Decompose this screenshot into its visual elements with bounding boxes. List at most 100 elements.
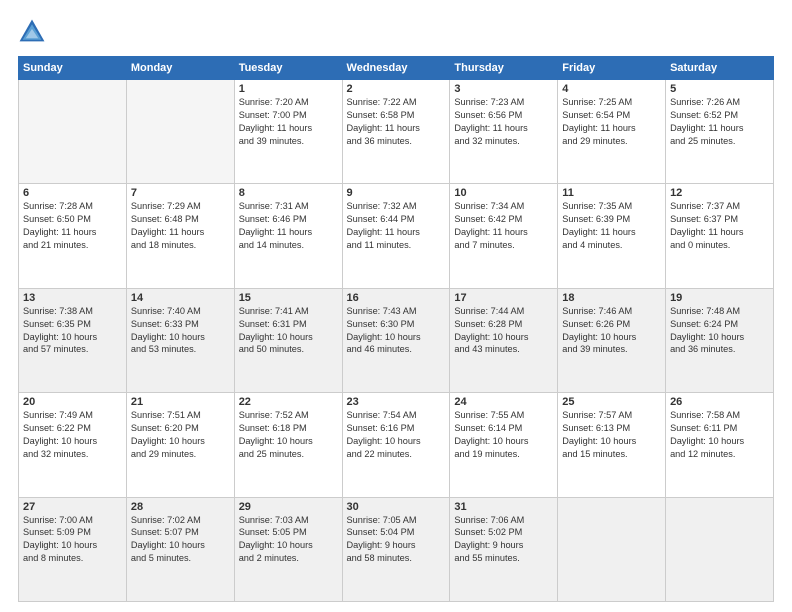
calendar-day: 16Sunrise: 7:43 AM Sunset: 6:30 PM Dayli… bbox=[342, 288, 450, 392]
calendar-day bbox=[666, 497, 774, 601]
day-number: 3 bbox=[454, 83, 553, 95]
calendar-day: 20Sunrise: 7:49 AM Sunset: 6:22 PM Dayli… bbox=[19, 393, 127, 497]
day-info: Sunrise: 7:57 AM Sunset: 6:13 PM Dayligh… bbox=[562, 409, 661, 461]
calendar-day: 28Sunrise: 7:02 AM Sunset: 5:07 PM Dayli… bbox=[126, 497, 234, 601]
calendar-day: 9Sunrise: 7:32 AM Sunset: 6:44 PM Daylig… bbox=[342, 184, 450, 288]
day-number: 31 bbox=[454, 501, 553, 513]
day-info: Sunrise: 7:49 AM Sunset: 6:22 PM Dayligh… bbox=[23, 409, 122, 461]
weekday-header-row: SundayMondayTuesdayWednesdayThursdayFrid… bbox=[19, 57, 774, 80]
day-number: 21 bbox=[131, 396, 230, 408]
calendar-day: 17Sunrise: 7:44 AM Sunset: 6:28 PM Dayli… bbox=[450, 288, 558, 392]
day-number: 22 bbox=[239, 396, 338, 408]
day-info: Sunrise: 7:58 AM Sunset: 6:11 PM Dayligh… bbox=[670, 409, 769, 461]
calendar-day: 18Sunrise: 7:46 AM Sunset: 6:26 PM Dayli… bbox=[558, 288, 666, 392]
day-info: Sunrise: 7:43 AM Sunset: 6:30 PM Dayligh… bbox=[347, 305, 446, 357]
weekday-header: Friday bbox=[558, 57, 666, 80]
calendar-day: 5Sunrise: 7:26 AM Sunset: 6:52 PM Daylig… bbox=[666, 80, 774, 184]
day-number: 26 bbox=[670, 396, 769, 408]
calendar-day: 21Sunrise: 7:51 AM Sunset: 6:20 PM Dayli… bbox=[126, 393, 234, 497]
week-row: 27Sunrise: 7:00 AM Sunset: 5:09 PM Dayli… bbox=[19, 497, 774, 601]
day-info: Sunrise: 7:23 AM Sunset: 6:56 PM Dayligh… bbox=[454, 96, 553, 148]
day-info: Sunrise: 7:46 AM Sunset: 6:26 PM Dayligh… bbox=[562, 305, 661, 357]
day-number: 30 bbox=[347, 501, 446, 513]
calendar-day bbox=[558, 497, 666, 601]
day-info: Sunrise: 7:44 AM Sunset: 6:28 PM Dayligh… bbox=[454, 305, 553, 357]
day-info: Sunrise: 7:35 AM Sunset: 6:39 PM Dayligh… bbox=[562, 200, 661, 252]
header bbox=[18, 18, 774, 46]
day-number: 20 bbox=[23, 396, 122, 408]
day-number: 28 bbox=[131, 501, 230, 513]
day-number: 8 bbox=[239, 187, 338, 199]
day-number: 24 bbox=[454, 396, 553, 408]
day-info: Sunrise: 7:37 AM Sunset: 6:37 PM Dayligh… bbox=[670, 200, 769, 252]
day-number: 7 bbox=[131, 187, 230, 199]
calendar-day: 26Sunrise: 7:58 AM Sunset: 6:11 PM Dayli… bbox=[666, 393, 774, 497]
logo bbox=[18, 18, 50, 46]
day-info: Sunrise: 7:41 AM Sunset: 6:31 PM Dayligh… bbox=[239, 305, 338, 357]
day-number: 12 bbox=[670, 187, 769, 199]
day-number: 6 bbox=[23, 187, 122, 199]
day-number: 15 bbox=[239, 292, 338, 304]
day-info: Sunrise: 7:26 AM Sunset: 6:52 PM Dayligh… bbox=[670, 96, 769, 148]
day-number: 17 bbox=[454, 292, 553, 304]
day-number: 11 bbox=[562, 187, 661, 199]
calendar-day bbox=[19, 80, 127, 184]
day-info: Sunrise: 7:22 AM Sunset: 6:58 PM Dayligh… bbox=[347, 96, 446, 148]
calendar-day bbox=[126, 80, 234, 184]
calendar-day: 14Sunrise: 7:40 AM Sunset: 6:33 PM Dayli… bbox=[126, 288, 234, 392]
day-info: Sunrise: 7:03 AM Sunset: 5:05 PM Dayligh… bbox=[239, 514, 338, 566]
logo-icon bbox=[18, 18, 46, 46]
calendar-day: 1Sunrise: 7:20 AM Sunset: 7:00 PM Daylig… bbox=[234, 80, 342, 184]
weekday-header: Sunday bbox=[19, 57, 127, 80]
calendar-day: 15Sunrise: 7:41 AM Sunset: 6:31 PM Dayli… bbox=[234, 288, 342, 392]
calendar-day: 3Sunrise: 7:23 AM Sunset: 6:56 PM Daylig… bbox=[450, 80, 558, 184]
day-number: 5 bbox=[670, 83, 769, 95]
day-number: 10 bbox=[454, 187, 553, 199]
calendar-day: 11Sunrise: 7:35 AM Sunset: 6:39 PM Dayli… bbox=[558, 184, 666, 288]
day-number: 9 bbox=[347, 187, 446, 199]
calendar-day: 24Sunrise: 7:55 AM Sunset: 6:14 PM Dayli… bbox=[450, 393, 558, 497]
day-number: 13 bbox=[23, 292, 122, 304]
day-info: Sunrise: 7:51 AM Sunset: 6:20 PM Dayligh… bbox=[131, 409, 230, 461]
day-info: Sunrise: 7:28 AM Sunset: 6:50 PM Dayligh… bbox=[23, 200, 122, 252]
calendar-day: 25Sunrise: 7:57 AM Sunset: 6:13 PM Dayli… bbox=[558, 393, 666, 497]
calendar-day: 12Sunrise: 7:37 AM Sunset: 6:37 PM Dayli… bbox=[666, 184, 774, 288]
day-info: Sunrise: 7:29 AM Sunset: 6:48 PM Dayligh… bbox=[131, 200, 230, 252]
day-info: Sunrise: 7:25 AM Sunset: 6:54 PM Dayligh… bbox=[562, 96, 661, 148]
weekday-header: Thursday bbox=[450, 57, 558, 80]
week-row: 1Sunrise: 7:20 AM Sunset: 7:00 PM Daylig… bbox=[19, 80, 774, 184]
calendar-table: SundayMondayTuesdayWednesdayThursdayFrid… bbox=[18, 56, 774, 602]
week-row: 20Sunrise: 7:49 AM Sunset: 6:22 PM Dayli… bbox=[19, 393, 774, 497]
day-info: Sunrise: 7:20 AM Sunset: 7:00 PM Dayligh… bbox=[239, 96, 338, 148]
calendar-day: 13Sunrise: 7:38 AM Sunset: 6:35 PM Dayli… bbox=[19, 288, 127, 392]
calendar-day: 19Sunrise: 7:48 AM Sunset: 6:24 PM Dayli… bbox=[666, 288, 774, 392]
weekday-header: Wednesday bbox=[342, 57, 450, 80]
day-number: 2 bbox=[347, 83, 446, 95]
day-info: Sunrise: 7:05 AM Sunset: 5:04 PM Dayligh… bbox=[347, 514, 446, 566]
day-number: 25 bbox=[562, 396, 661, 408]
day-number: 23 bbox=[347, 396, 446, 408]
day-number: 14 bbox=[131, 292, 230, 304]
day-info: Sunrise: 7:34 AM Sunset: 6:42 PM Dayligh… bbox=[454, 200, 553, 252]
day-info: Sunrise: 7:02 AM Sunset: 5:07 PM Dayligh… bbox=[131, 514, 230, 566]
week-row: 13Sunrise: 7:38 AM Sunset: 6:35 PM Dayli… bbox=[19, 288, 774, 392]
calendar-day: 22Sunrise: 7:52 AM Sunset: 6:18 PM Dayli… bbox=[234, 393, 342, 497]
day-number: 4 bbox=[562, 83, 661, 95]
day-number: 29 bbox=[239, 501, 338, 513]
calendar-day: 30Sunrise: 7:05 AM Sunset: 5:04 PM Dayli… bbox=[342, 497, 450, 601]
day-info: Sunrise: 7:40 AM Sunset: 6:33 PM Dayligh… bbox=[131, 305, 230, 357]
day-number: 18 bbox=[562, 292, 661, 304]
day-number: 16 bbox=[347, 292, 446, 304]
day-number: 1 bbox=[239, 83, 338, 95]
day-info: Sunrise: 7:32 AM Sunset: 6:44 PM Dayligh… bbox=[347, 200, 446, 252]
weekday-header: Tuesday bbox=[234, 57, 342, 80]
weekday-header: Saturday bbox=[666, 57, 774, 80]
day-number: 27 bbox=[23, 501, 122, 513]
day-info: Sunrise: 7:55 AM Sunset: 6:14 PM Dayligh… bbox=[454, 409, 553, 461]
day-number: 19 bbox=[670, 292, 769, 304]
calendar-day: 2Sunrise: 7:22 AM Sunset: 6:58 PM Daylig… bbox=[342, 80, 450, 184]
day-info: Sunrise: 7:06 AM Sunset: 5:02 PM Dayligh… bbox=[454, 514, 553, 566]
calendar-day: 27Sunrise: 7:00 AM Sunset: 5:09 PM Dayli… bbox=[19, 497, 127, 601]
day-info: Sunrise: 7:00 AM Sunset: 5:09 PM Dayligh… bbox=[23, 514, 122, 566]
calendar-day: 7Sunrise: 7:29 AM Sunset: 6:48 PM Daylig… bbox=[126, 184, 234, 288]
